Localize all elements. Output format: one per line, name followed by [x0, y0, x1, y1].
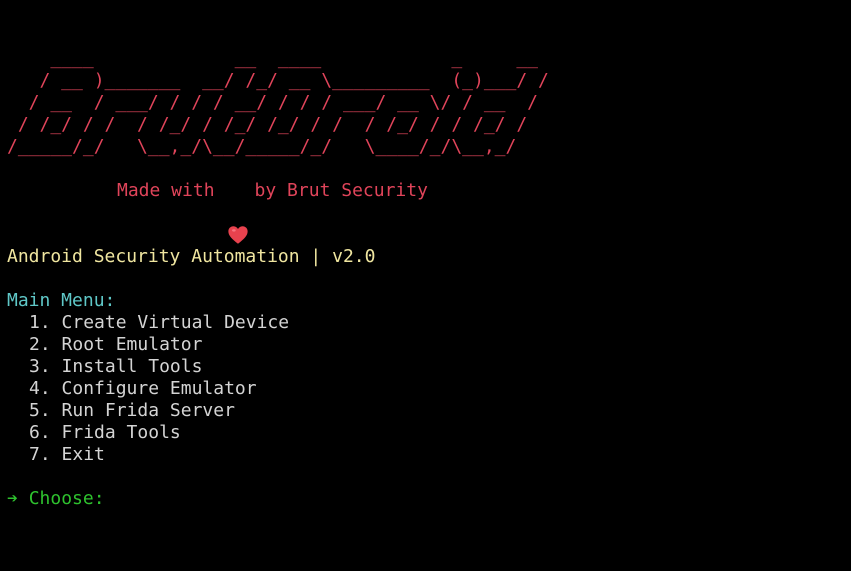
banner-line: / /_/ / / / /_/ / /_/ /_/ / / / /_/ / / …: [7, 114, 549, 135]
terminal-window: ____ __ ____ _ __ / __ )_______ __/ /_/ …: [0, 0, 851, 571]
banner-line: / __ )_______ __/ /_/ __ \_________ (_)_…: [7, 70, 549, 91]
menu-item-frida-tools[interactable]: 6. Frida Tools: [29, 422, 289, 444]
menu-item-label: Frida Tools: [61, 422, 181, 443]
menu-item-label: Root Emulator: [61, 334, 203, 355]
menu-item-label: Run Frida Server: [61, 400, 235, 421]
app-subtitle: Android Security Automation | v2.0: [7, 246, 376, 267]
ascii-banner: ____ __ ____ _ __ / __ )_______ __/ /_/ …: [7, 48, 549, 158]
menu-item-number: 7.: [29, 444, 51, 465]
menu-item-number: 3.: [29, 356, 51, 377]
heart-icon: [227, 180, 249, 244]
menu-item-create-virtual-device[interactable]: 1. Create Virtual Device: [29, 312, 289, 334]
menu-item-label: Install Tools: [61, 356, 203, 377]
menu-item-label: Exit: [61, 444, 105, 465]
arrow-right-icon: ➔: [7, 488, 18, 509]
menu-item-number: 2.: [29, 334, 51, 355]
main-menu: 1. Create Virtual Device 2. Root Emulato…: [29, 312, 289, 466]
menu-item-install-tools[interactable]: 3. Install Tools: [29, 356, 289, 378]
banner-line: / __ / ___/ / / / __/ / / / ___/ __ \/ /…: [7, 92, 549, 113]
menu-item-run-frida-server[interactable]: 5. Run Frida Server: [29, 400, 289, 422]
menu-item-number: 6.: [29, 422, 51, 443]
banner-line: /_____/_/ \__,_/\__/_____/_/ \____/_/\__…: [7, 136, 549, 157]
menu-item-root-emulator[interactable]: 2. Root Emulator: [29, 334, 289, 356]
menu-item-number: 1.: [29, 312, 51, 333]
prompt-label: Choose:: [28, 488, 105, 509]
menu-item-configure-emulator[interactable]: 4. Configure Emulator: [29, 378, 289, 400]
choice-input[interactable]: [114, 488, 315, 510]
menu-item-number: 4.: [29, 378, 51, 399]
menu-item-exit[interactable]: 7. Exit: [29, 444, 289, 466]
menu-item-label: Create Virtual Device: [61, 312, 290, 333]
tagline-suffix: by Brut Security: [254, 180, 428, 201]
banner-line: ____ __ ____ _ __: [7, 48, 539, 69]
menu-item-number: 5.: [29, 400, 51, 421]
tagline: Made with by Brut Security: [117, 180, 428, 244]
menu-item-label: Configure Emulator: [61, 378, 257, 399]
tagline-prefix: Made with: [117, 180, 215, 201]
menu-title: Main Menu:: [7, 290, 116, 311]
choice-prompt: ➔ Choose:: [7, 488, 315, 510]
